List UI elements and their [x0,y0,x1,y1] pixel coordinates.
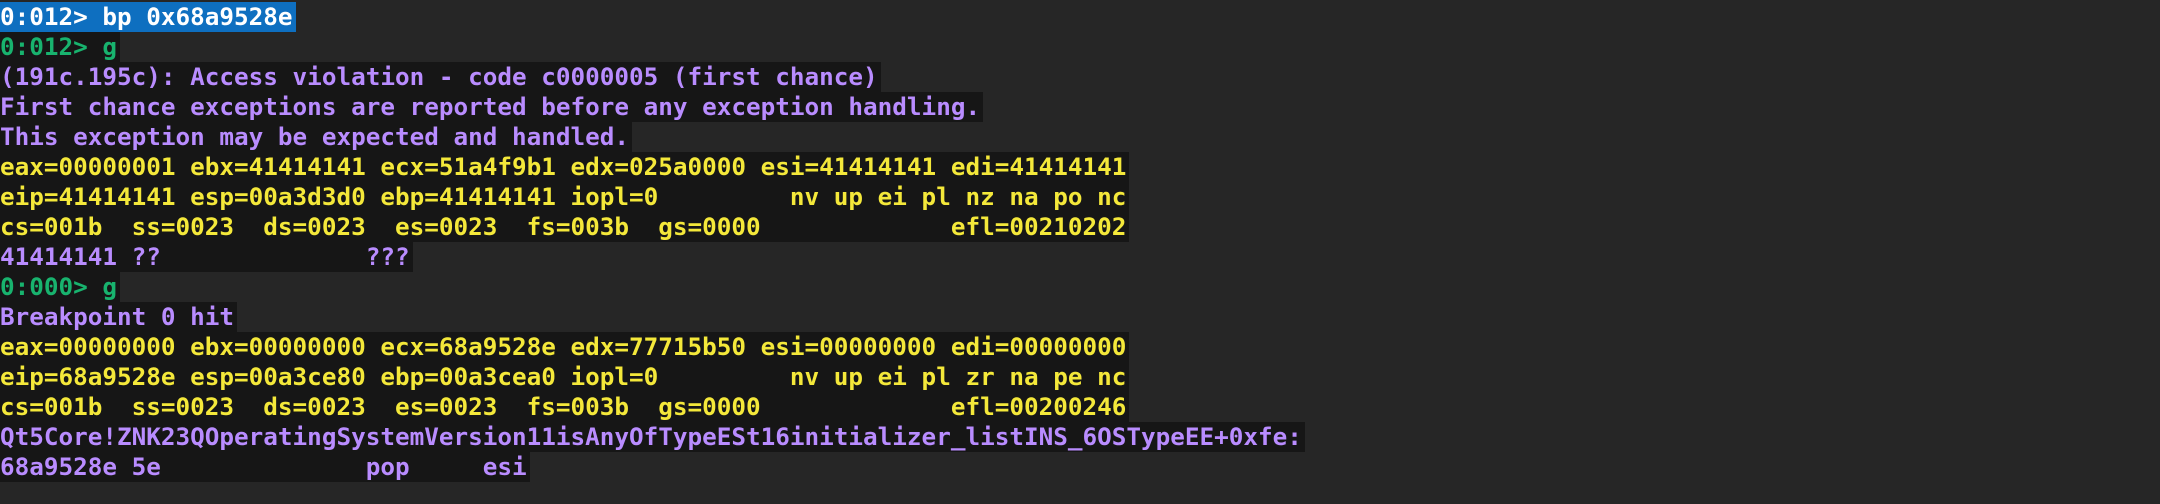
prompt-line[interactable]: 0:000> g [0,272,121,302]
register-line: cs=001b ss=0023 ds=0023 es=0023 fs=003b … [0,392,1130,422]
prompt-label: 0:000> [0,272,103,301]
debugger-console[interactable]: 0:012> bp 0x68a9528e 0:012> g (191c.195c… [0,0,2160,504]
command-line-selected[interactable]: 0:012> bp 0x68a9528e [0,2,296,32]
disassembly-line: 41414141 ?? ??? [0,242,413,272]
symbol-line: Qt5Core!ZNK23QOperatingSystemVersion11is… [0,422,1305,452]
register-line: eip=41414141 esp=00a3d3d0 ebp=41414141 i… [0,182,1130,212]
output-line: (191c.195c): Access violation - code c00… [0,62,881,92]
register-line: cs=001b ss=0023 ds=0023 es=0023 fs=003b … [0,212,1130,242]
prompt-label: 0:012> [0,32,103,61]
prompt-command: g [102,272,118,301]
output-line: First chance exceptions are reported bef… [0,92,984,122]
prompt-command: g [102,32,118,61]
register-line: eip=68a9528e esp=00a3ce80 ebp=00a3cea0 i… [0,362,1130,392]
register-line: eax=00000001 ebx=41414141 ecx=51a4f9b1 e… [0,152,1130,182]
register-line: eax=00000000 ebx=00000000 ecx=68a9528e e… [0,332,1130,362]
disassembly-line: 68a9528e 5e pop esi [0,452,530,482]
output-line: This exception may be expected and handl… [0,122,633,152]
prompt-line[interactable]: 0:012> g [0,32,121,62]
output-line: Breakpoint 0 hit [0,302,238,332]
